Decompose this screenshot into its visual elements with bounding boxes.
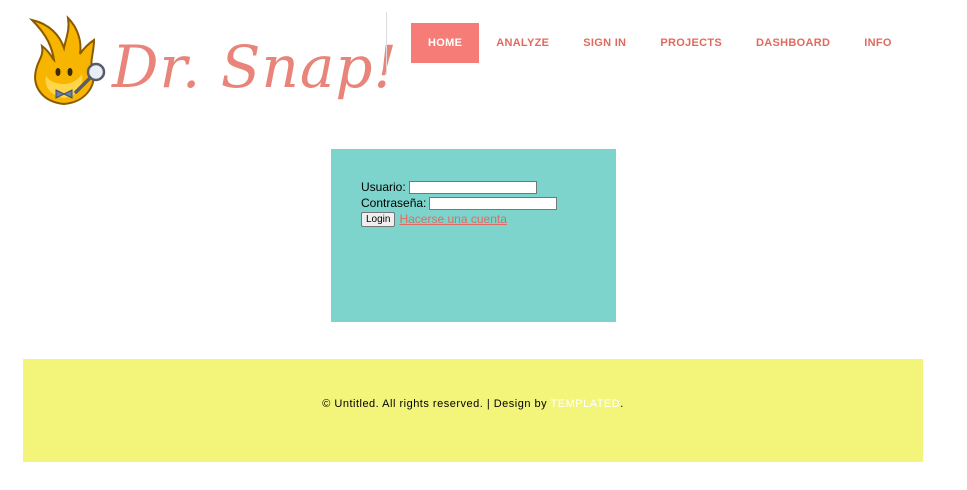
site-logo[interactable]: Dr. Snap! <box>24 12 397 108</box>
login-button[interactable]: Login <box>361 211 396 227</box>
templated-link[interactable]: TEMPLATED <box>551 398 621 410</box>
header-divider <box>386 12 387 75</box>
username-input[interactable] <box>408 180 537 194</box>
username-label: Usuario: <box>361 180 406 194</box>
actions-row: Login Hacerse una cuenta <box>361 211 557 227</box>
nav-item-home[interactable]: HOME <box>411 23 480 63</box>
logo-wordmark: Dr. Snap! <box>112 33 398 101</box>
main-nav: HOME ANALYZE SIGN IN PROJECTS DASHBOARD … <box>411 23 909 63</box>
nav-item-analyze[interactable]: ANALYZE <box>479 23 566 63</box>
login-form: Usuario: Contraseña: Login Hacerse una c… <box>361 179 558 227</box>
footer-copyright: © Untitled. All rights reserved. | Desig… <box>23 398 923 410</box>
site-header: Dr. Snap! HOME ANALYZE SIGN IN PROJECTS … <box>0 0 967 110</box>
password-label: Contraseña: <box>361 196 427 210</box>
login-panel: Usuario: Contraseña: Login Hacerse una c… <box>331 149 616 322</box>
footer-period: . <box>620 398 624 410</box>
nav-item-dashboard[interactable]: DASHBOARD <box>739 23 847 63</box>
create-account-link[interactable]: Hacerse una cuenta <box>399 211 506 227</box>
username-row: Usuario: <box>361 179 557 195</box>
password-input[interactable] <box>429 196 558 210</box>
nav-item-projects[interactable]: PROJECTS <box>643 23 739 63</box>
password-row: Contraseña: <box>361 195 558 211</box>
footer-copyright-text: © Untitled. All rights reserved. | Desig… <box>322 398 551 410</box>
site-footer: © Untitled. All rights reserved. | Desig… <box>23 359 923 462</box>
mascot-logo-icon <box>28 15 106 106</box>
nav-item-info[interactable]: INFO <box>847 23 908 63</box>
nav-item-sign-in[interactable]: SIGN IN <box>566 23 643 63</box>
